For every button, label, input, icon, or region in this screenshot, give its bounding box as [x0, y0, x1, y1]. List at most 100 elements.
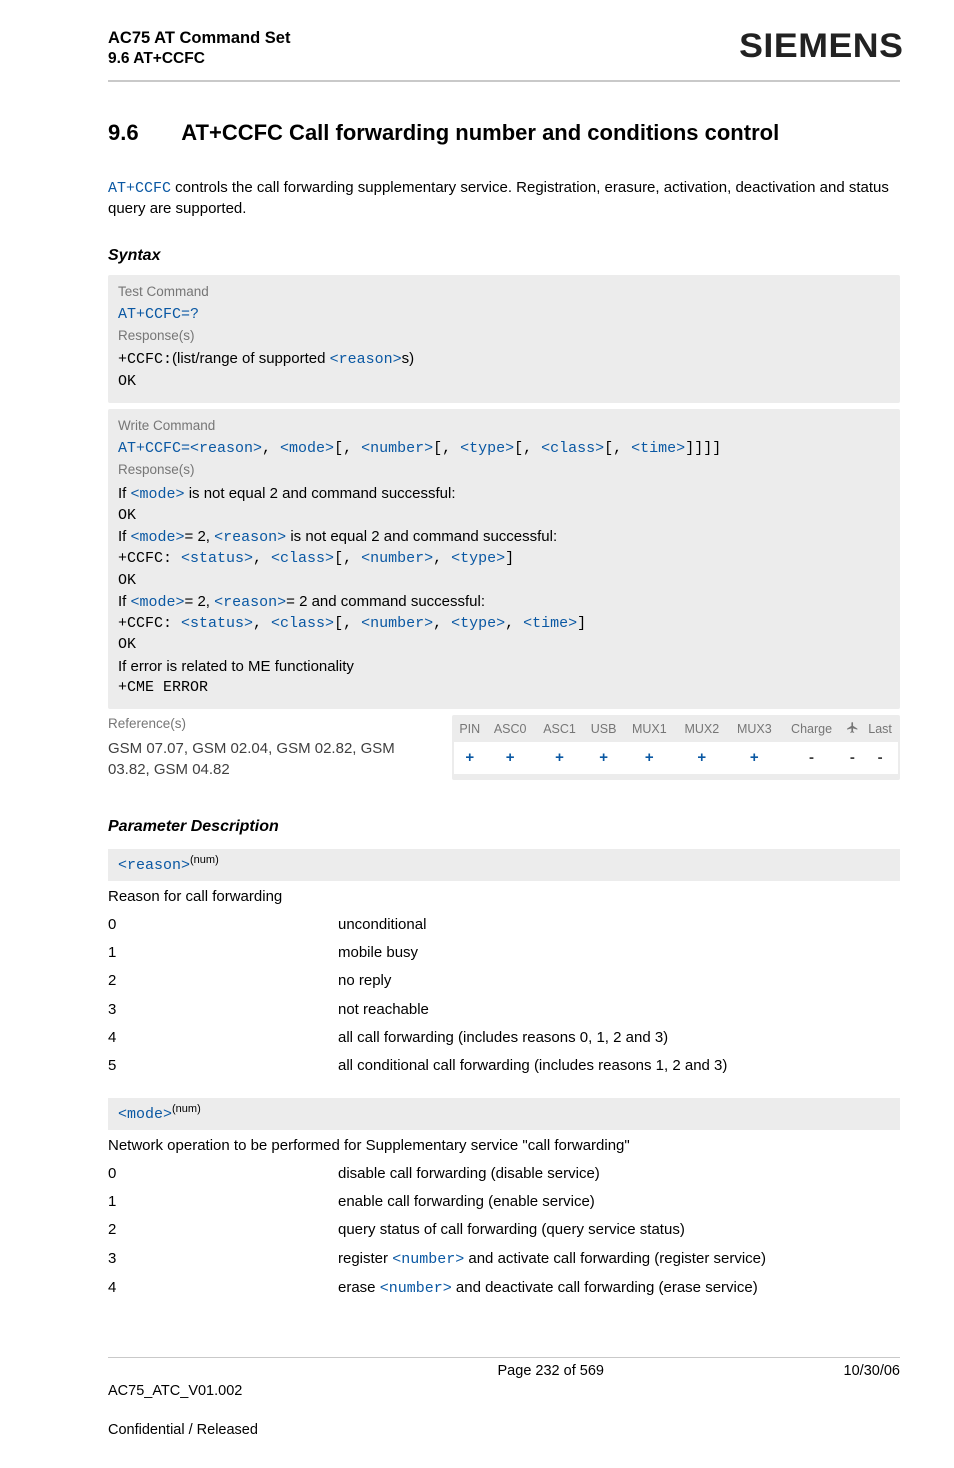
param-value-key: 5 — [108, 1052, 338, 1080]
footer-doc-id: AC75_ATC_V01.002 — [108, 1383, 242, 1399]
write-command-box: Write Command AT+CCFC=<reason>, <mode>[,… — [108, 409, 900, 709]
param-mode-desc: Network operation to be performed for Su… — [108, 1130, 900, 1160]
availability-value: - — [781, 742, 843, 774]
section-number: 9.6 — [108, 118, 176, 148]
param-value-desc: erase <number> and deactivate call forwa… — [338, 1274, 900, 1303]
param-value-key: 2 — [108, 967, 338, 995]
param-value-key: 3 — [108, 1245, 338, 1274]
test-command-box: Test Command AT+CCFC=? Response(s) +CCFC… — [108, 275, 900, 403]
intro-command-link[interactable]: AT+CCFC — [108, 180, 171, 197]
param-reason-header: <reason>(num) — [108, 849, 900, 880]
doc-subtitle: 9.6 AT+CCFC — [108, 49, 290, 70]
write-response-header: Response(s) — [118, 461, 890, 479]
table-row: 4all call forwarding (includes reasons 0… — [108, 1024, 900, 1052]
availability-value: - — [843, 742, 863, 774]
parameter-description-label: Parameter Description — [108, 816, 900, 838]
param-class-link[interactable]: <class> — [271, 615, 334, 632]
param-reason-link[interactable]: <reason> — [330, 351, 402, 368]
param-reason-name: <reason> — [118, 857, 190, 874]
col-charge: Charge — [781, 717, 843, 742]
param-mode-link[interactable]: <mode> — [131, 529, 185, 546]
availability-value: - — [862, 742, 898, 774]
param-mode-link[interactable]: <mode> — [131, 486, 185, 503]
param-value-key: 4 — [108, 1274, 338, 1303]
availability-value: + — [584, 742, 623, 774]
col-mux1: MUX1 — [623, 717, 676, 742]
param-value-key: 2 — [108, 1216, 338, 1244]
test-response-line: +CCFC:(list/range of supported <reason>s… — [118, 349, 890, 370]
param-time-link[interactable]: <time> — [631, 440, 685, 457]
param-mode-link[interactable]: <mode> — [131, 594, 185, 611]
param-mode-table: 0disable call forwarding (disable servic… — [108, 1160, 900, 1303]
footer-date: 10/30/06 — [844, 1362, 900, 1440]
param-time-link[interactable]: <time> — [523, 615, 577, 632]
write-response-case2: If <mode>= 2, <reason> is not equal 2 an… — [118, 527, 890, 548]
param-status-link[interactable]: <status> — [181, 615, 253, 632]
write-error-text: If error is related to ME functionality — [118, 657, 890, 677]
availability-table: PINASC0ASC1USBMUX1MUX2MUX3ChargeLast +++… — [454, 717, 898, 774]
doc-title: AC75 AT Command Set — [108, 27, 290, 49]
param-reason-link[interactable]: <reason> — [190, 440, 262, 457]
param-value-key: 0 — [108, 1160, 338, 1188]
param-reason-table: 0unconditional1mobile busy2no reply3not … — [108, 911, 900, 1081]
param-value-desc: disable call forwarding (disable service… — [338, 1160, 900, 1188]
param-class-link[interactable]: <class> — [271, 550, 334, 567]
param-value-key: 1 — [108, 1188, 338, 1216]
availability-value: + — [623, 742, 676, 774]
table-row: 0disable call forwarding (disable servic… — [108, 1160, 900, 1188]
param-number-link[interactable]: <number> — [361, 550, 433, 567]
reference-row: Reference(s) GSM 07.07, GSM 02.04, GSM 0… — [108, 715, 900, 780]
brand-logo: SIEMENS — [740, 24, 904, 70]
param-number-link[interactable]: <number> — [361, 615, 433, 632]
param-value-desc: no reply — [338, 967, 900, 995]
param-type-link[interactable]: <type> — [451, 615, 505, 632]
param-mode-type: (num) — [172, 1103, 201, 1115]
references-header: Reference(s) — [108, 715, 438, 733]
param-reason-link[interactable]: <reason> — [214, 594, 286, 611]
param-type-link[interactable]: <type> — [460, 440, 514, 457]
col-last: Last — [862, 717, 898, 742]
param-value-key: 4 — [108, 1024, 338, 1052]
write-response-ccfc3: +CCFC: <status>, <class>[, <number>, <ty… — [118, 614, 890, 634]
page-footer: AC75_ATC_V01.002 Confidential / Released… — [108, 1357, 900, 1440]
param-number-link[interactable]: <number> — [392, 1251, 464, 1268]
param-value-key: 3 — [108, 996, 338, 1024]
param-value-desc: all call forwarding (includes reasons 0,… — [338, 1024, 900, 1052]
table-row: 2no reply — [108, 967, 900, 995]
table-row: 0unconditional — [108, 911, 900, 939]
write-response-case1: If <mode> is not equal 2 and command suc… — [118, 484, 890, 505]
write-response-ccfc2: +CCFC: <status>, <class>[, <number>, <ty… — [118, 549, 890, 569]
write-command: AT+CCFC=<reason>, <mode>[, <number>[, <t… — [118, 439, 890, 459]
param-reason-link[interactable]: <reason> — [214, 529, 286, 546]
param-mode-link[interactable]: <mode> — [280, 440, 334, 457]
write-response-case3: If <mode>= 2, <reason>= 2 and command su… — [118, 592, 890, 613]
param-value-desc: not reachable — [338, 996, 900, 1024]
param-status-link[interactable]: <status> — [181, 550, 253, 567]
airplane-icon — [846, 721, 859, 734]
syntax-label: Syntax — [108, 245, 900, 267]
table-row: 3not reachable — [108, 996, 900, 1024]
table-row: 4erase <number> and deactivate call forw… — [108, 1274, 900, 1303]
param-mode-header: <mode>(num) — [108, 1098, 900, 1129]
param-value-key: 1 — [108, 939, 338, 967]
availability-value: + — [535, 742, 584, 774]
param-mode-name: <mode> — [118, 1106, 172, 1123]
param-value-desc: all conditional call forwarding (include… — [338, 1052, 900, 1080]
param-reason-type: (num) — [190, 854, 219, 866]
col-mux2: MUX2 — [676, 717, 729, 742]
table-row: 3register <number> and activate call for… — [108, 1245, 900, 1274]
param-value-desc: query status of call forwarding (query s… — [338, 1216, 900, 1244]
section-title: AT+CCFC Call forwarding number and condi… — [181, 120, 779, 145]
col-asc0: ASC0 — [486, 717, 535, 742]
param-number-link[interactable]: <number> — [380, 1280, 452, 1297]
param-type-link[interactable]: <type> — [451, 550, 505, 567]
col-pin: PIN — [454, 717, 486, 742]
param-number-link[interactable]: <number> — [361, 440, 433, 457]
param-value-key: 0 — [108, 911, 338, 939]
intro-paragraph: AT+CCFC controls the call forwarding sup… — [108, 178, 900, 220]
col-airplane — [843, 717, 863, 742]
param-class-link[interactable]: <class> — [541, 440, 604, 457]
availability-value: + — [676, 742, 729, 774]
write-error-cmd: +CME ERROR — [118, 678, 890, 698]
availability-value: + — [454, 742, 486, 774]
